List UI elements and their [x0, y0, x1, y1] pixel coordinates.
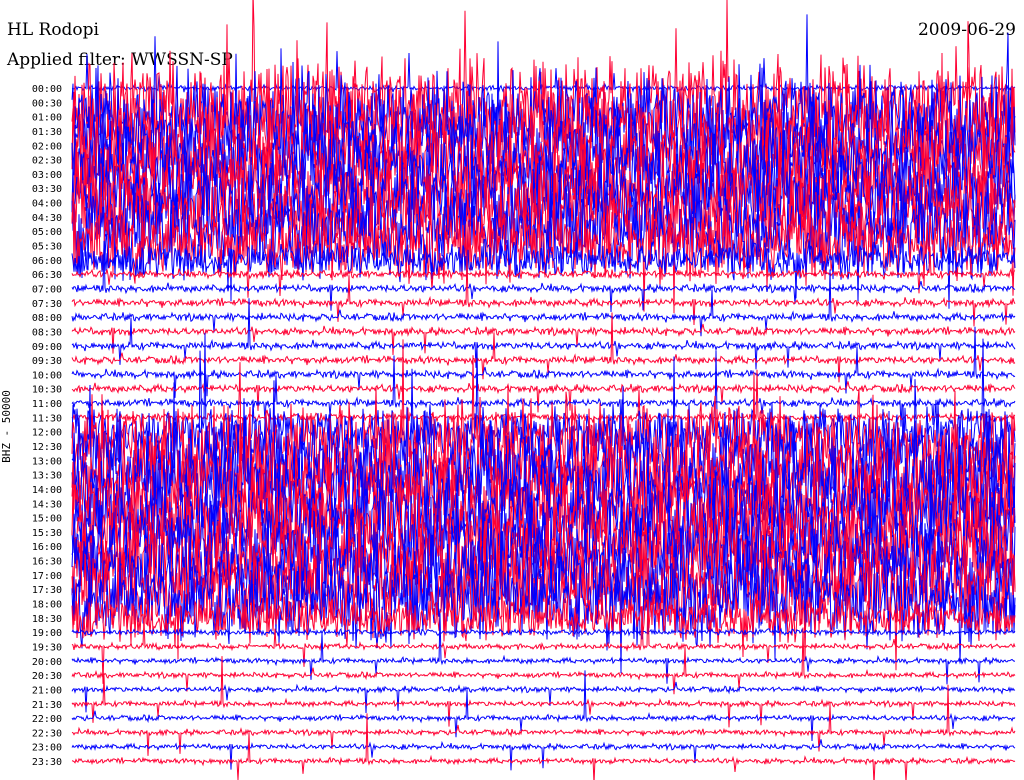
row-time-label: 04:00	[32, 199, 62, 210]
row-time-label: 06:00	[32, 256, 62, 267]
row-time-label: 13:00	[32, 456, 62, 467]
seismic-trace-row	[71, 681, 1016, 714]
row-time-label: 01:30	[32, 127, 62, 138]
row-time-label: 04:30	[32, 213, 62, 224]
row-time-label: 06:30	[32, 270, 62, 281]
row-time-label: 05:00	[32, 227, 62, 238]
row-time-label: 16:30	[32, 557, 62, 568]
row-time-label: 22:00	[32, 714, 62, 725]
row-time-label: 08:30	[32, 327, 62, 338]
row-time-label: 14:00	[32, 485, 62, 496]
row-time-label: 10:00	[32, 370, 62, 381]
row-time-label: 00:30	[32, 98, 62, 109]
row-time-label: 03:30	[32, 184, 62, 195]
row-time-label: 12:00	[32, 428, 62, 439]
row-time-label: 08:00	[32, 313, 62, 324]
row-time-label: 05:30	[32, 242, 62, 253]
row-time-label: 09:00	[32, 342, 62, 353]
row-time-label: 22:30	[32, 728, 62, 739]
row-time-label: 15:00	[32, 514, 62, 525]
row-time-label: 21:30	[32, 700, 62, 711]
row-time-label: 18:00	[32, 600, 62, 611]
row-time-label: 19:00	[32, 628, 62, 639]
row-time-label: 21:00	[32, 685, 62, 696]
row-time-label: 09:30	[32, 356, 62, 367]
row-time-label: 17:00	[32, 571, 62, 582]
row-time-label: 15:30	[32, 528, 62, 539]
row-time-label: 10:30	[32, 385, 62, 396]
row-time-label: 20:00	[32, 657, 62, 668]
row-time-label: 14:30	[32, 499, 62, 510]
row-time-label: 19:30	[32, 642, 62, 653]
row-time-label: 11:00	[32, 399, 62, 410]
row-time-label: 02:30	[32, 156, 62, 167]
row-time-label: 07:00	[32, 284, 62, 295]
row-time-label: 13:30	[32, 471, 62, 482]
row-time-label: 23:00	[32, 743, 62, 754]
row-time-label: 17:30	[32, 585, 62, 596]
row-time-label: 12:30	[32, 442, 62, 453]
row-time-label: 11:30	[32, 413, 62, 424]
row-time-label: 00:00	[32, 84, 62, 95]
seismic-trace-row	[71, 684, 1016, 756]
row-time-label: 23:30	[32, 757, 62, 768]
row-time-label: 07:30	[32, 299, 62, 310]
row-time-label: 20:30	[32, 671, 62, 682]
row-time-label: 01:00	[32, 113, 62, 124]
row-time-label: 03:00	[32, 170, 62, 181]
row-time-label: 16:00	[32, 542, 62, 553]
row-time-label: 18:30	[32, 614, 62, 625]
helicorder-plot: 00:00 00:30 01:00 01:30 02:00 02:30 03:00 03:30…	[32, 0, 1016, 780]
row-time-label: 02:00	[32, 141, 62, 152]
seismic-trace-row	[71, 670, 1016, 742]
